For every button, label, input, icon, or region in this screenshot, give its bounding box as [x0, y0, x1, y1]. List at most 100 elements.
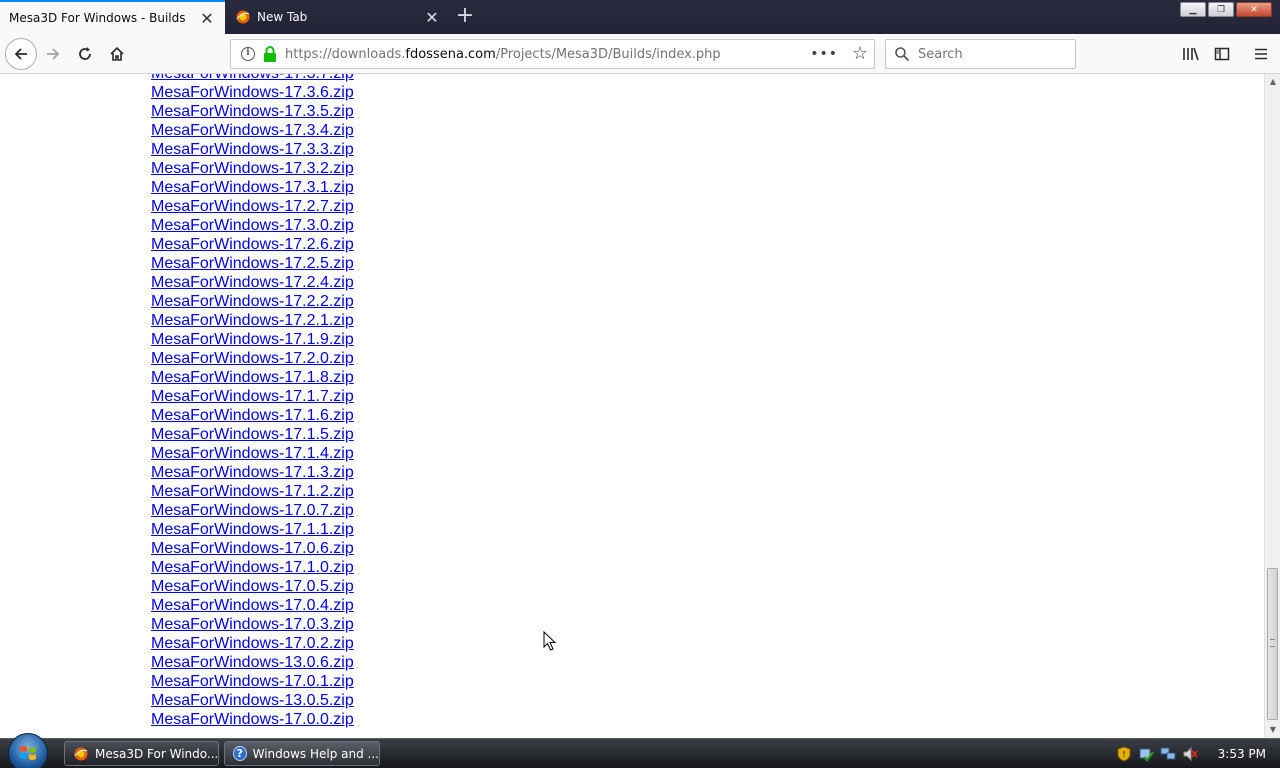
- download-link[interactable]: MesaForWindows-17.3.2.zip: [151, 160, 354, 177]
- download-link[interactable]: MesaForWindows-17.2.2.zip: [151, 293, 354, 310]
- site-info-icon[interactable]: i: [241, 47, 255, 61]
- download-link[interactable]: MesaForWindows-17.1.1.zip: [151, 521, 354, 538]
- tab-title: New Tab: [257, 10, 308, 24]
- download-link[interactable]: MesaForWindows-17.3.0.zip: [151, 217, 354, 234]
- sidebar-toggle-button[interactable]: [1210, 42, 1234, 66]
- list-item: MesaForWindows-17.3.7.zip: [151, 74, 354, 82]
- list-item: MesaForWindows-17.3.6.zip: [151, 82, 354, 101]
- list-item: MesaForWindows-17.2.4.zip: [151, 272, 354, 291]
- download-link[interactable]: MesaForWindows-17.1.6.zip: [151, 407, 354, 424]
- url-path: /Projects/Mesa3D/Builds/index.php: [495, 46, 721, 62]
- page-actions-more-icon[interactable]: •••: [810, 46, 838, 62]
- download-link[interactable]: MesaForWindows-17.3.4.zip: [151, 122, 354, 139]
- list-item: MesaForWindows-17.0.1.zip: [151, 671, 354, 690]
- list-item: MesaForWindows-17.3.4.zip: [151, 120, 354, 139]
- download-link[interactable]: MesaForWindows-17.3.1.zip: [151, 179, 354, 196]
- sidebar-icon: [1214, 47, 1230, 61]
- list-item: MesaForWindows-17.1.7.zip: [151, 386, 354, 405]
- download-link[interactable]: MesaForWindows-17.2.5.zip: [151, 255, 354, 272]
- tab-close-icon[interactable]: ✕: [195, 6, 219, 30]
- download-link[interactable]: MesaForWindows-17.0.0.zip: [151, 711, 354, 728]
- taskbar-item-firefox[interactable]: Mesa3D For Windo...: [64, 741, 219, 766]
- list-item: MesaForWindows-17.1.0.zip: [151, 557, 354, 576]
- download-link[interactable]: MesaForWindows-17.0.2.zip: [151, 635, 354, 652]
- network-icon[interactable]: [1160, 746, 1176, 762]
- list-item: MesaForWindows-17.1.5.zip: [151, 424, 354, 443]
- list-item: MesaForWindows-17.1.9.zip: [151, 329, 354, 348]
- secure-lock-icon[interactable]: [263, 46, 277, 62]
- list-item: MesaForWindows-17.0.7.zip: [151, 500, 354, 519]
- download-link[interactable]: MesaForWindows-17.0.1.zip: [151, 673, 354, 690]
- close-window-button[interactable]: ✕: [1236, 2, 1272, 17]
- download-link[interactable]: MesaForWindows-17.0.7.zip: [151, 502, 354, 519]
- download-link[interactable]: MesaForWindows-17.3.6.zip: [151, 84, 354, 101]
- list-item: MesaForWindows-17.1.1.zip: [151, 519, 354, 538]
- tab-close-icon[interactable]: ✕: [420, 5, 444, 29]
- build-link-list: MesaForWindows-17.3.7.zip MesaForWindows…: [151, 74, 354, 728]
- list-item: MesaForWindows-13.0.5.zip: [151, 690, 354, 709]
- security-shield-icon[interactable]: !: [1116, 746, 1132, 762]
- taskbar-clock[interactable]: 3:53 PM: [1218, 747, 1266, 761]
- system-tray: ! 3:53 PM: [1116, 739, 1280, 768]
- bookmark-star-icon[interactable]: ☆: [852, 43, 868, 64]
- download-link[interactable]: MesaForWindows-17.3.7.zip: [151, 74, 354, 82]
- start-button[interactable]: [8, 733, 48, 768]
- scroll-down-arrow-icon[interactable]: ▼: [1265, 722, 1280, 738]
- list-item: MesaForWindows-17.1.3.zip: [151, 462, 354, 481]
- tab-new-tab[interactable]: New Tab ✕: [225, 0, 450, 34]
- download-link[interactable]: MesaForWindows-17.0.5.zip: [151, 578, 354, 595]
- download-link[interactable]: MesaForWindows-17.1.8.zip: [151, 369, 354, 386]
- download-link[interactable]: MesaForWindows-17.1.9.zip: [151, 331, 354, 348]
- list-item: MesaForWindows-17.0.5.zip: [151, 576, 354, 595]
- scroll-up-arrow-icon[interactable]: ▲: [1265, 74, 1280, 90]
- download-link[interactable]: MesaForWindows-17.0.4.zip: [151, 597, 354, 614]
- address-bar[interactable]: i https://downloads.fdossena.com/Project…: [230, 39, 875, 69]
- restore-button[interactable]: ❐: [1208, 2, 1234, 17]
- taskbar-item-label: Windows Help and ...: [252, 746, 379, 761]
- download-link[interactable]: MesaForWindows-17.3.3.zip: [151, 141, 354, 158]
- list-item: MesaForWindows-17.3.5.zip: [151, 101, 354, 120]
- forward-button[interactable]: [38, 39, 68, 69]
- download-link[interactable]: MesaForWindows-17.3.5.zip: [151, 103, 354, 120]
- download-link[interactable]: MesaForWindows-17.1.7.zip: [151, 388, 354, 405]
- volume-muted-icon[interactable]: [1182, 746, 1198, 762]
- new-tab-button[interactable]: +: [452, 4, 478, 30]
- download-link[interactable]: MesaForWindows-13.0.6.zip: [151, 654, 354, 671]
- download-link[interactable]: MesaForWindows-17.0.6.zip: [151, 540, 354, 557]
- download-link[interactable]: MesaForWindows-17.0.3.zip: [151, 616, 354, 633]
- list-item: MesaForWindows-17.2.7.zip: [151, 196, 354, 215]
- download-link[interactable]: MesaForWindows-17.2.4.zip: [151, 274, 354, 291]
- download-link[interactable]: MesaForWindows-17.2.6.zip: [151, 236, 354, 253]
- tab-mesa3d-builds[interactable]: Mesa3D For Windows - Builds ✕: [0, 0, 225, 34]
- download-link[interactable]: MesaForWindows-17.1.2.zip: [151, 483, 354, 500]
- home-button[interactable]: [102, 39, 132, 69]
- download-link[interactable]: MesaForWindows-17.2.1.zip: [151, 312, 354, 329]
- windows-logo-icon: [20, 746, 36, 760]
- download-link[interactable]: MesaForWindows-17.2.0.zip: [151, 350, 354, 367]
- list-item: MesaForWindows-17.3.3.zip: [151, 139, 354, 158]
- update-check-icon[interactable]: [1138, 746, 1154, 762]
- scrollbar-thumb[interactable]: [1267, 568, 1278, 720]
- url-text: https://downloads.fdossena.com/Projects/…: [285, 47, 721, 62]
- download-link[interactable]: MesaForWindows-13.0.5.zip: [151, 692, 354, 709]
- download-link[interactable]: MesaForWindows-17.1.4.zip: [151, 445, 354, 462]
- reload-button[interactable]: [70, 39, 100, 69]
- download-link[interactable]: MesaForWindows-17.2.7.zip: [151, 198, 354, 215]
- library-icon: [1183, 47, 1199, 61]
- taskbar-item-label: Mesa3D For Windo...: [95, 746, 219, 761]
- navigation-toolbar: i https://downloads.fdossena.com/Project…: [0, 34, 1280, 74]
- page-content: MesaForWindows-17.3.7.zip MesaForWindows…: [0, 74, 1264, 738]
- download-link[interactable]: MesaForWindows-17.1.3.zip: [151, 464, 354, 481]
- back-button[interactable]: [5, 38, 37, 70]
- list-item: MesaForWindows-17.0.3.zip: [151, 614, 354, 633]
- forward-arrow-icon: [47, 48, 60, 60]
- search-input[interactable]: Search: [885, 39, 1076, 69]
- download-link[interactable]: MesaForWindows-17.1.5.zip: [151, 426, 354, 443]
- library-button[interactable]: [1179, 42, 1203, 66]
- taskbar-item-windows-help[interactable]: ? Windows Help and ...: [224, 741, 380, 766]
- vertical-scrollbar[interactable]: ▲ ▼: [1264, 74, 1280, 738]
- hamburger-menu-button[interactable]: [1249, 42, 1273, 66]
- download-link[interactable]: MesaForWindows-17.1.0.zip: [151, 559, 354, 576]
- minimize-button[interactable]: ▁: [1180, 2, 1206, 17]
- firefox-favicon-icon: [235, 9, 251, 25]
